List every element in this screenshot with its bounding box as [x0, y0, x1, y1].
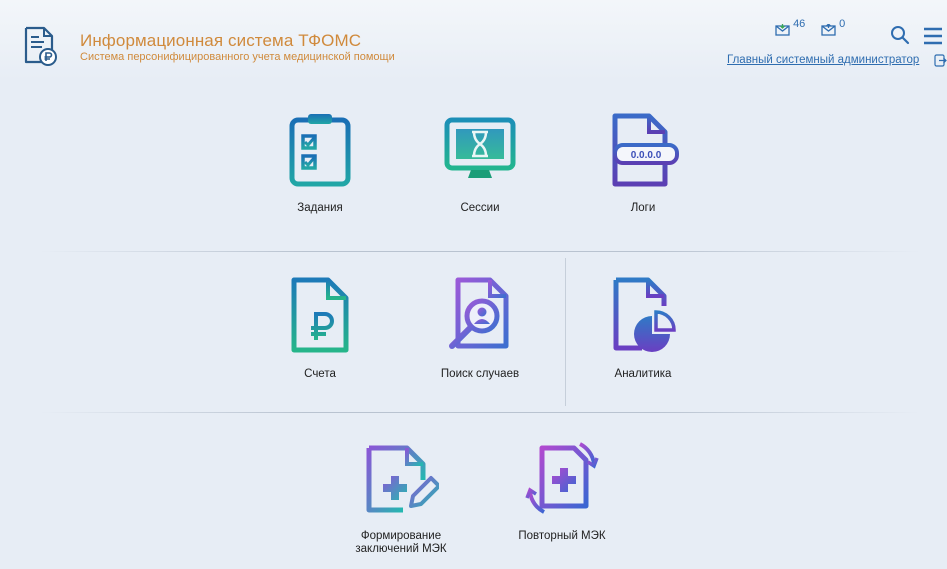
tile-invoices-label: Счета — [304, 368, 336, 380]
medical-document-edit-icon — [366, 445, 439, 513]
hamburger-menu-icon[interactable] — [922, 25, 944, 47]
tile-mek-reports-label: Формирование заключений МЭК — [355, 530, 447, 555]
search-icon[interactable] — [890, 25, 910, 47]
tile-analytics[interactable]: Аналитика — [568, 276, 718, 381]
tile-repeat-mek-label: Повторный МЭК — [518, 530, 606, 542]
person-search-document-icon — [449, 277, 509, 349]
inbox-indicator[interactable]: 46 — [775, 18, 805, 36]
column-divider — [565, 258, 566, 406]
logout-icon[interactable] — [934, 54, 947, 67]
log-document-icon: 0.0.0.0 — [612, 113, 679, 187]
logs-badge-text: 0.0.0.0 — [631, 150, 662, 161]
outbox-icon — [821, 23, 836, 36]
outbox-count: 0 — [839, 18, 846, 30]
tile-case-search[interactable]: Поиск случаев — [405, 276, 555, 381]
outbox-indicator[interactable]: 0 — [821, 18, 845, 36]
tile-mek-reports[interactable]: Формирование заключений МЭК — [326, 440, 476, 556]
clipboard-checklist-icon — [289, 114, 351, 187]
tile-tasks-label: Задания — [297, 202, 343, 214]
tile-case-search-label: Поиск случаев — [440, 368, 520, 380]
tile-repeat-mek[interactable]: Повторный МЭК — [487, 440, 637, 543]
app-logo-icon — [24, 26, 57, 66]
tile-sessions[interactable]: Сессии — [405, 112, 555, 215]
row-divider-1 — [40, 251, 920, 252]
tile-sessions-label: Сессии — [460, 202, 500, 214]
inbox-count: 46 — [793, 18, 806, 30]
tile-analytics-label: Аналитика — [614, 368, 672, 380]
tile-invoices[interactable]: Счета — [245, 276, 395, 381]
ruble-document-icon — [291, 277, 349, 353]
row-divider-2 — [40, 412, 920, 413]
repeat-medical-document-icon — [525, 442, 599, 514]
tile-logs[interactable]: 0.0.0.0 Логи — [568, 112, 718, 215]
app-title: Информационная система ТФОМС — [80, 31, 362, 50]
monitor-hourglass-icon — [444, 117, 516, 178]
tile-tasks[interactable]: Задания — [245, 112, 395, 215]
tile-logs-label: Логи — [630, 202, 656, 214]
current-user-link[interactable]: Главный системный администратор — [727, 54, 919, 66]
inbox-icon — [775, 24, 790, 36]
app-subtitle: Система персонифицированного учета медиц… — [80, 51, 395, 63]
analytics-document-icon — [613, 277, 676, 352]
